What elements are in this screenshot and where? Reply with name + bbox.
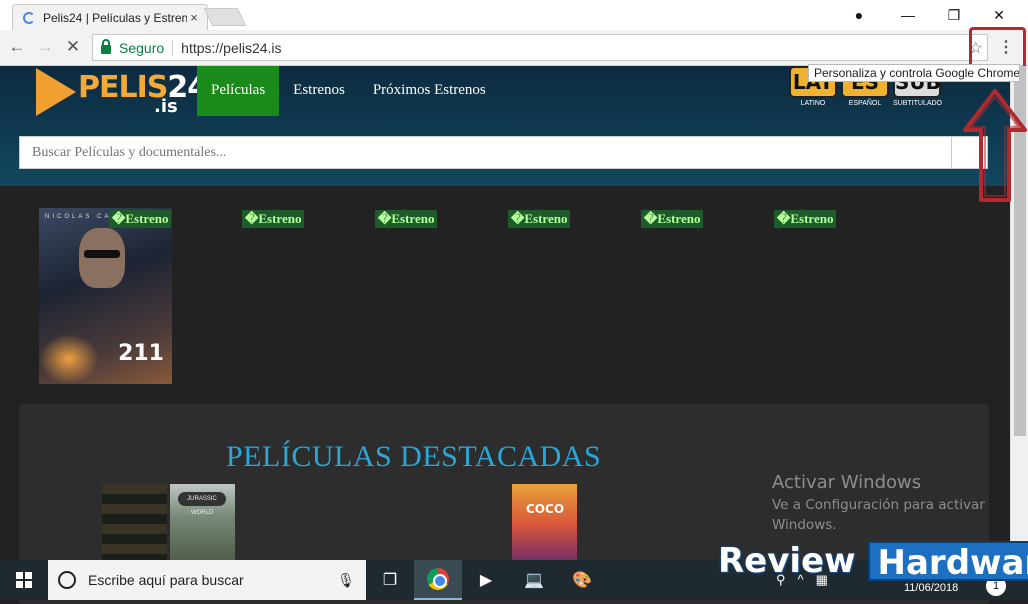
tab-title: Pelis24 | Películas y Estrenos xyxy=(43,10,187,25)
estreno-badge: �Estreno xyxy=(375,210,438,228)
featured-thumb-jurassic[interactable]: JURASSIC WORLD xyxy=(170,484,235,564)
estreno-badge: �Estreno xyxy=(242,210,305,228)
activate-windows-watermark: Activar Windows Ve a Configuración para … xyxy=(772,472,992,535)
paint-icon[interactable]: 🎨 xyxy=(558,560,606,600)
movie-card[interactable]: �Estreno xyxy=(172,208,305,384)
lang-subtitulado-caption: SUBTITULADO xyxy=(893,100,943,107)
estreno-badge: �Estreno xyxy=(774,210,837,228)
thumb-title: JURASSIC WORLD xyxy=(178,492,226,516)
windows-logo-icon xyxy=(16,572,32,588)
divider xyxy=(172,39,174,56)
featured-thumb-coco[interactable]: COCO xyxy=(512,484,577,564)
lang-latino-caption: LATINO xyxy=(800,100,826,107)
media-player-icon[interactable]: ▶ xyxy=(462,560,510,600)
up-arrow-annotation xyxy=(963,89,1027,202)
menu-tooltip: Personaliza y controla Google Chrome xyxy=(808,64,1020,82)
poster-title: 211 xyxy=(118,341,164,366)
forward-button[interactable]: → xyxy=(34,36,56,58)
lock-icon xyxy=(101,39,111,54)
stop-reload-button[interactable]: ✕ xyxy=(62,36,84,58)
activate-subtitle: Ve a Configuración para activar Windows. xyxy=(772,497,985,533)
estreno-badge: �Estreno xyxy=(508,210,571,228)
back-button[interactable]: ← xyxy=(6,36,28,58)
movie-card[interactable]: �Estreno xyxy=(571,208,704,384)
featured-thumb[interactable] xyxy=(102,484,167,564)
nav-proximos-estrenos[interactable]: Próximos Estrenos xyxy=(359,66,500,116)
loading-icon xyxy=(23,11,35,24)
poster-sunglasses xyxy=(84,250,120,258)
watermark-review: Review xyxy=(718,541,856,581)
estreno-badge: �Estreno xyxy=(641,210,704,228)
site-search xyxy=(19,136,988,169)
lang-espanol-caption: ESPAÑOL xyxy=(848,100,882,107)
estreno-badge-label: Estreno xyxy=(391,211,435,226)
movie-card[interactable]: �Estreno xyxy=(438,208,571,384)
activate-title: Activar Windows xyxy=(772,472,922,493)
estreno-badge-label: Estreno xyxy=(790,211,834,226)
estreno-badge-label: Estreno xyxy=(258,211,302,226)
play-logo-icon xyxy=(36,68,76,116)
site-header: PELIS24 .is Películas Estrenos Próximos … xyxy=(0,66,1028,186)
url-text[interactable]: https://pelis24.is xyxy=(181,40,281,56)
nav-peliculas[interactable]: Películas xyxy=(197,66,280,116)
taskbar-search[interactable]: Escribe aquí para buscar 🎙 xyxy=(48,560,366,600)
search-input[interactable] xyxy=(20,137,951,168)
tab-close-icon[interactable]: × xyxy=(187,10,201,25)
logo-tld: .is xyxy=(154,96,178,117)
estreno-badge-label: Estreno xyxy=(657,211,701,226)
estreno-badge-label: Estreno xyxy=(125,211,169,226)
new-tab-button[interactable] xyxy=(203,8,247,26)
secure-label: Seguro xyxy=(119,39,165,56)
address-bar[interactable]: Seguro https://pelis24.is ☆ xyxy=(92,34,988,61)
task-view-icon[interactable]: ❐ xyxy=(366,560,414,600)
estreno-badge-label: Estreno xyxy=(524,211,568,226)
tab-strip: Pelis24 | Películas y Estrenos × ● — ❐ ✕ xyxy=(0,0,1028,30)
taskbar-search-text: Escribe aquí para buscar xyxy=(88,572,244,588)
browser-toolbar: ← → ✕ Seguro https://pelis24.is ☆ xyxy=(0,30,1028,66)
movie-card[interactable]: �Estreno xyxy=(704,208,837,384)
browser-tab[interactable]: Pelis24 | Películas y Estrenos × xyxy=(12,4,208,30)
main-nav: Películas Estrenos Próximos Estrenos xyxy=(197,66,500,116)
close-window-button[interactable]: ✕ xyxy=(976,0,1022,30)
chrome-icon xyxy=(427,568,449,590)
poster-face xyxy=(79,228,125,288)
maximize-button[interactable]: ❐ xyxy=(931,0,977,30)
estreno-badge: �Estreno xyxy=(109,210,172,228)
movie-poster[interactable]: NICOLAS CAGE 211 xyxy=(39,208,172,384)
poster-fire xyxy=(39,334,99,384)
nav-estrenos[interactable]: Estrenos xyxy=(279,66,359,116)
start-button[interactable] xyxy=(0,560,48,600)
site-logo[interactable]: PELIS24 .is xyxy=(36,66,208,117)
microphone-icon[interactable]: 🎙 xyxy=(336,572,356,589)
thumb-title: COCO xyxy=(526,502,565,516)
featured-heading: PELÍCULAS DESTACADAS xyxy=(226,440,602,473)
movie-card[interactable]: �Estreno xyxy=(305,208,438,384)
watermark-hardware: Hardware xyxy=(867,541,1028,583)
movie-card[interactable]: NICOLAS CAGE 211 �Estreno xyxy=(39,208,172,384)
chrome-taskbar-icon[interactable] xyxy=(414,560,462,600)
cortana-icon xyxy=(58,571,76,589)
logo-text: PELIS24 xyxy=(78,70,208,105)
profile-icon[interactable]: ● xyxy=(836,0,882,30)
estrenos-carousel: NICOLAS CAGE 211 �Estreno �Estreno �Estr… xyxy=(0,186,1028,386)
review-hardware-watermark: Review Hardware xyxy=(718,540,1028,583)
laptop-icon[interactable]: 💻 xyxy=(510,560,558,600)
taskbar-date: 11/06/2018 xyxy=(904,582,959,594)
minimize-button[interactable]: — xyxy=(885,0,931,30)
